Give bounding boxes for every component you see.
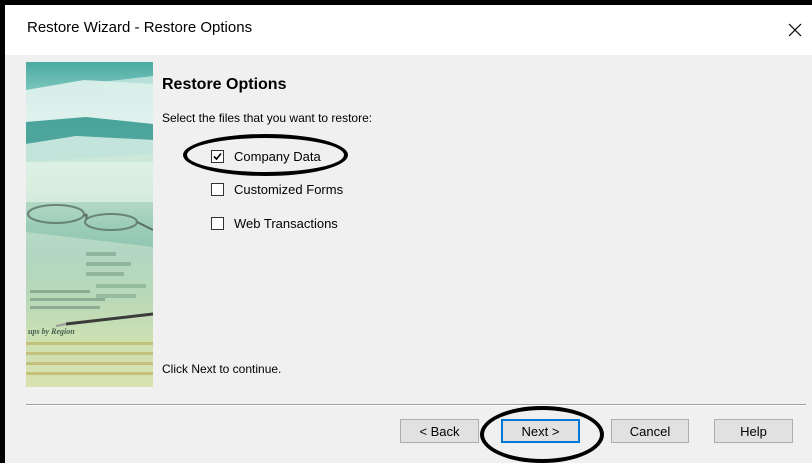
footer-divider <box>26 404 806 406</box>
instruction-text: Select the files that you want to restor… <box>162 111 373 125</box>
option-company-data[interactable]: Company Data <box>211 149 321 164</box>
web-transactions-checkbox[interactable] <box>211 217 224 230</box>
next-button[interactable]: Next > <box>501 419 580 443</box>
continue-hint: Click Next to continue. <box>162 362 282 376</box>
customized-forms-checkbox[interactable] <box>211 183 224 196</box>
company-data-checkbox[interactable] <box>211 150 224 163</box>
wizard-banner-image: ups by Region <box>26 62 153 387</box>
page-title: Restore Options <box>162 76 287 93</box>
banner-caption: ups by Region <box>28 327 75 336</box>
help-button[interactable]: Help <box>714 419 793 443</box>
restore-wizard-window: Restore Wizard - Restore Options ups by … <box>5 5 812 463</box>
title-bar: Restore Wizard - Restore Options <box>5 5 812 55</box>
customized-forms-label: Customized Forms <box>234 182 344 197</box>
close-button[interactable] <box>778 15 812 45</box>
option-customized-forms[interactable]: Customized Forms <box>211 182 343 197</box>
web-transactions-label: Web Transactions <box>234 216 338 231</box>
back-button[interactable]: < Back <box>400 419 479 443</box>
checkmark-icon <box>213 152 222 161</box>
close-icon <box>788 23 802 37</box>
company-data-label: Company Data <box>234 149 321 164</box>
cancel-button[interactable]: Cancel <box>611 419 689 443</box>
window-title: Restore Wizard - Restore Options <box>27 19 253 36</box>
option-web-transactions[interactable]: Web Transactions <box>211 216 338 231</box>
financial-report-illustration: ups by Region <box>26 76 153 387</box>
